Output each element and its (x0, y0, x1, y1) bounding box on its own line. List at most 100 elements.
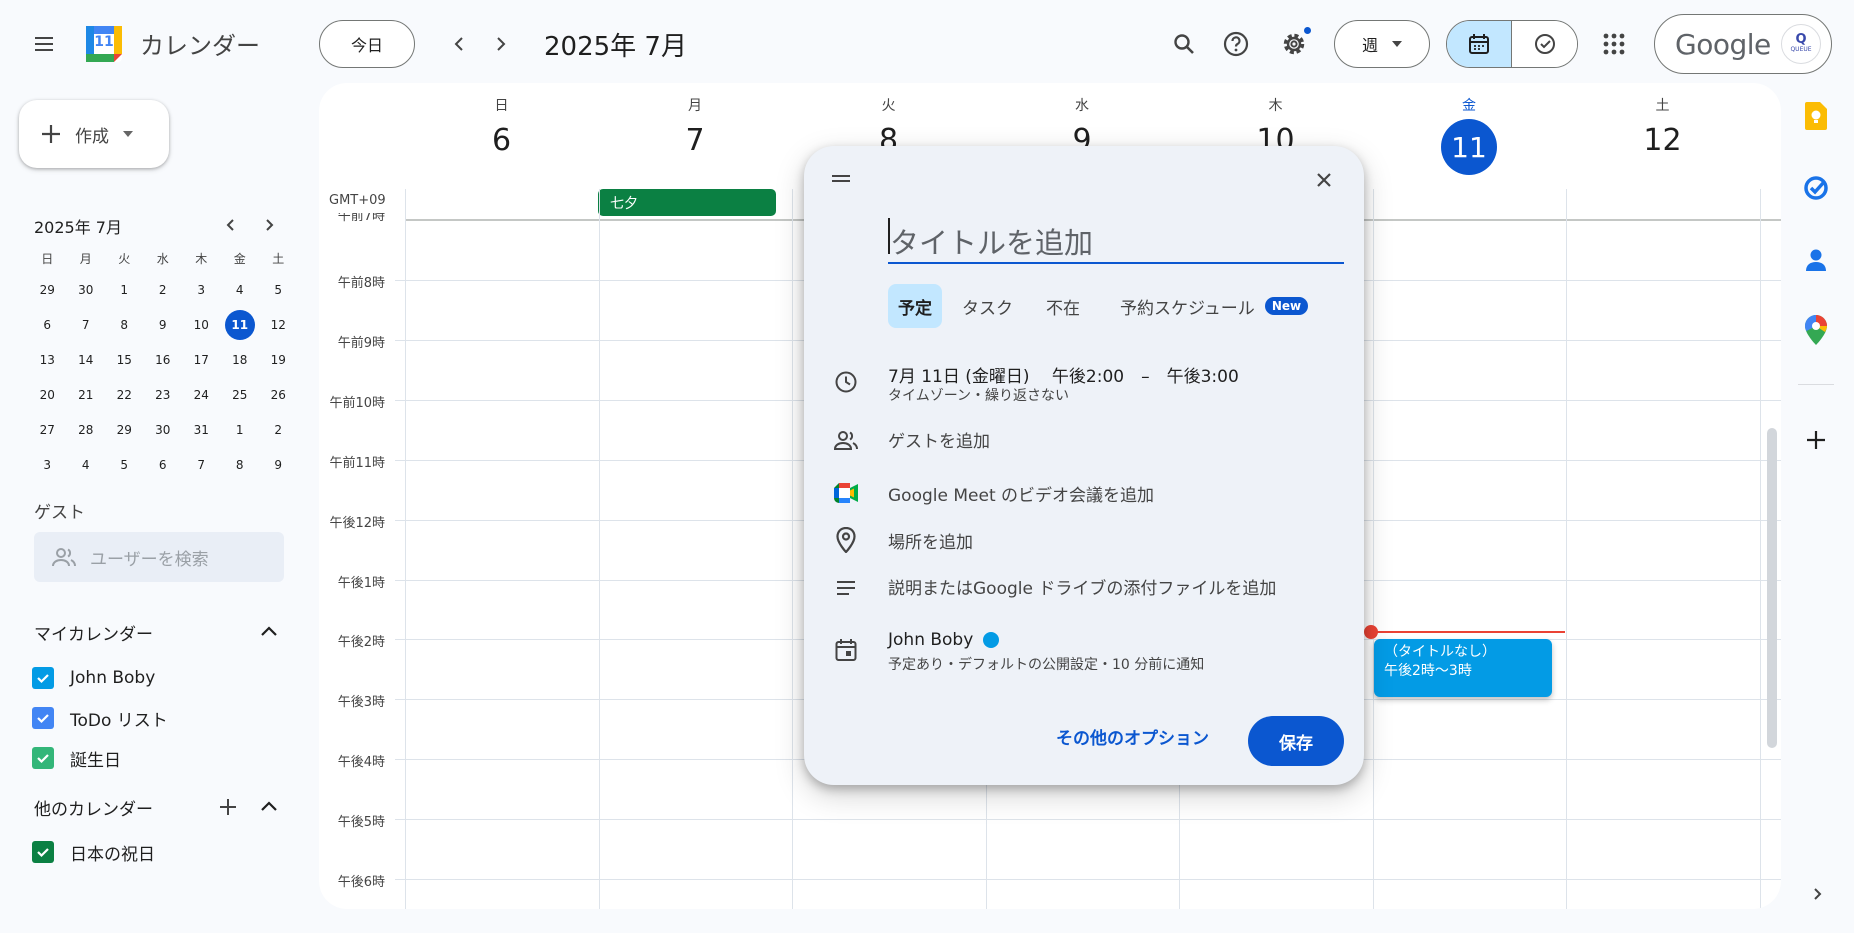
mini-day[interactable]: 26 (259, 377, 298, 412)
day-header[interactable]: 金 11 (1373, 95, 1566, 175)
calendar-view-toggle[interactable] (1447, 21, 1512, 67)
calendar-settings-summary[interactable]: 予定あり・デフォルトの公開設定・10 分前に通知 (888, 654, 1204, 674)
search-button[interactable] (1164, 24, 1204, 64)
my-calendars-header[interactable]: マイカレンダー (34, 620, 284, 648)
mini-day[interactable]: 18 (221, 342, 260, 377)
drag-handle[interactable] (832, 174, 850, 184)
other-calendar-item[interactable]: 日本の祝日 (32, 832, 282, 872)
add-guests[interactable]: ゲストを追加 (888, 427, 990, 452)
save-button[interactable]: 保存 (1248, 716, 1344, 766)
mini-day[interactable]: 3 (182, 272, 221, 307)
checkbox-checked[interactable] (32, 667, 54, 689)
mini-day[interactable]: 6 (144, 447, 183, 482)
mini-day[interactable]: 4 (221, 272, 260, 307)
mini-day[interactable]: 2 (259, 412, 298, 447)
checkbox-checked[interactable] (32, 841, 54, 863)
add-location[interactable]: 場所を追加 (888, 528, 973, 553)
my-calendar-item[interactable]: 誕生日 (32, 738, 282, 778)
mini-day[interactable]: 16 (144, 342, 183, 377)
mini-day[interactable]: 13 (28, 342, 67, 377)
mini-day[interactable]: 9 (259, 447, 298, 482)
mini-day[interactable]: 7 (182, 447, 221, 482)
day-header[interactable]: 土 12 (1566, 95, 1759, 158)
mini-next-button[interactable] (258, 214, 280, 236)
mini-prev-button[interactable] (220, 214, 242, 236)
mini-day[interactable]: 5 (259, 272, 298, 307)
my-calendar-item[interactable]: John Boby (32, 658, 282, 698)
mini-day[interactable]: 12 (259, 307, 298, 342)
next-week-button[interactable] (480, 24, 520, 64)
help-button[interactable] (1216, 24, 1256, 64)
view-selector[interactable]: 週 (1334, 20, 1430, 68)
mini-day[interactable]: 24 (182, 377, 221, 412)
mini-day[interactable]: 29 (105, 412, 144, 447)
mini-day[interactable]: 20 (28, 377, 67, 412)
close-button[interactable] (1310, 166, 1338, 194)
tab-out-of-office[interactable]: 不在 (1036, 284, 1090, 328)
mini-day[interactable]: 1 (221, 412, 260, 447)
mini-day[interactable]: 28 (67, 412, 106, 447)
tab-appointment-schedule[interactable]: 予約スケジュール New (1110, 284, 1318, 328)
prev-week-button[interactable] (440, 24, 480, 64)
contacts-button[interactable] (1798, 242, 1834, 278)
mini-day[interactable]: 1 (105, 272, 144, 307)
mini-day[interactable]: 9 (144, 307, 183, 342)
timezone-recurrence[interactable]: タイムゾーン・繰り返さない (888, 385, 1069, 405)
mini-day[interactable]: 6 (28, 307, 67, 342)
more-options-button[interactable]: その他のオプション (1056, 716, 1209, 756)
mini-day[interactable]: 30 (144, 412, 183, 447)
mini-day[interactable]: 30 (67, 272, 106, 307)
show-side-panel-button[interactable] (1806, 882, 1830, 906)
create-button[interactable]: 作成 (19, 100, 169, 168)
checkbox-checked[interactable] (32, 707, 54, 729)
scrollbar-thumb[interactable] (1767, 428, 1777, 748)
main-menu-button[interactable] (24, 24, 64, 64)
tab-task[interactable]: タスク (952, 284, 1023, 328)
mini-day[interactable]: 5 (105, 447, 144, 482)
checkbox-checked[interactable] (32, 747, 54, 769)
allday-event-tanabata[interactable]: 七夕 (598, 189, 776, 216)
add-google-meet[interactable]: Google Meet のビデオ会議を追加 (888, 481, 1154, 506)
tasks-app-button[interactable] (1798, 170, 1834, 206)
calendar-owner-row[interactable]: John Boby (888, 630, 1000, 650)
mini-day[interactable]: 21 (67, 377, 106, 412)
mini-day[interactable]: 14 (67, 342, 106, 377)
mini-day-today[interactable]: 11 (221, 307, 260, 342)
mini-day[interactable]: 15 (105, 342, 144, 377)
maps-button[interactable] (1798, 312, 1834, 348)
mini-day[interactable]: 3 (28, 447, 67, 482)
day-header[interactable]: 月7 (599, 95, 792, 158)
add-calendar-icon[interactable] (218, 797, 238, 817)
get-addons-button[interactable] (1798, 422, 1834, 458)
mini-day[interactable]: 31 (182, 412, 221, 447)
mini-day[interactable]: 4 (67, 447, 106, 482)
mini-day[interactable]: 2 (144, 272, 183, 307)
day-header[interactable]: 日6 (405, 95, 598, 158)
my-calendar-item[interactable]: ToDo リスト (32, 698, 282, 738)
mini-day[interactable]: 8 (221, 447, 260, 482)
apps-button[interactable] (1594, 24, 1634, 64)
mini-day-number: 27 (39, 422, 55, 437)
mini-day[interactable]: 27 (28, 412, 67, 447)
mini-day[interactable]: 10 (182, 307, 221, 342)
mini-day[interactable]: 23 (144, 377, 183, 412)
settings-button[interactable] (1274, 24, 1314, 64)
mini-day[interactable]: 7 (67, 307, 106, 342)
account-button[interactable]: Google Q QUEUE (1654, 14, 1832, 74)
mini-day[interactable]: 25 (221, 377, 260, 412)
mini-day[interactable]: 8 (105, 307, 144, 342)
add-description[interactable]: 説明またはGoogle ドライブの添付ファイルを追加 (888, 574, 1276, 599)
mini-day[interactable]: 29 (28, 272, 67, 307)
title-input[interactable]: タイトルを追加 (888, 218, 1344, 264)
tasks-view-toggle[interactable] (1512, 21, 1577, 67)
mini-day[interactable]: 17 (182, 342, 221, 377)
event-datetime[interactable]: 7月 11日 (金曜日) 午後2:00 – 午後3:00 (888, 362, 1239, 387)
chevron-up-icon[interactable] (260, 799, 278, 813)
draft-event[interactable]: （タイトルなし） 午後2時～3時 (1374, 639, 1552, 697)
keep-button[interactable] (1798, 98, 1834, 134)
mini-day[interactable]: 19 (259, 342, 298, 377)
tab-event[interactable]: 予定 (888, 284, 942, 328)
mini-day[interactable]: 22 (105, 377, 144, 412)
guest-search-input[interactable]: ユーザーを検索 (34, 532, 284, 582)
today-button[interactable]: 今日 (319, 20, 415, 68)
